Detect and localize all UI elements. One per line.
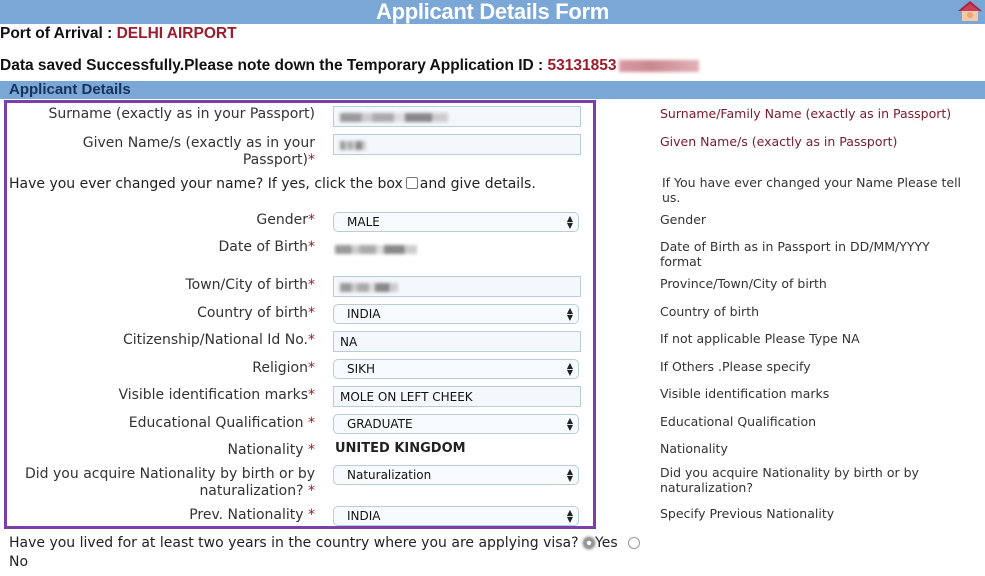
- nationality-acquired-select[interactable]: Naturalization ▲ ▼: [333, 465, 579, 485]
- visible-marks-input[interactable]: MOLE ON LEFT CHEEK: [333, 386, 581, 407]
- name-changed-row: Have you ever changed your name? If yes,…: [9, 176, 536, 192]
- header-bar: Applicant Details Form: [0, 0, 985, 24]
- prev-nationality-label: Prev. Nationality *: [189, 507, 315, 523]
- page-title: Applicant Details Form: [376, 0, 609, 24]
- application-id-redacted: [618, 59, 699, 72]
- dob-label: Date of Birth*: [218, 239, 315, 255]
- national-id-hint: If not applicable Please Type NA: [660, 331, 860, 346]
- gender-label: Gender*: [256, 212, 315, 228]
- gender-hint: Gender: [660, 212, 707, 227]
- section-title: Applicant Details: [9, 81, 131, 98]
- nationality-acquired-hint: Did you acquire Nationality by birth or …: [660, 465, 919, 495]
- religion-hint: If Others .Please specify: [660, 359, 811, 374]
- national-id-input[interactable]: NA: [333, 331, 581, 352]
- country-label: Country of birth*: [197, 305, 315, 321]
- radio-no[interactable]: [628, 537, 641, 549]
- radio-yes-label: Yes: [595, 535, 618, 551]
- radio-no-label: No: [9, 554, 29, 570]
- redacted-value: [340, 113, 448, 122]
- visible-marks-hint: Visible identification marks: [660, 386, 830, 401]
- national-id-label: Citizenship/National Id No.*: [122, 332, 315, 348]
- gender-select[interactable]: MALE ▲ ▼: [333, 212, 579, 232]
- name-changed-hint: If You have ever changed your Name Pleas…: [662, 175, 962, 205]
- port-of-arrival: Port of Arrival : DELHI AIRPORT: [0, 25, 237, 43]
- education-label: Educational Qualification *: [128, 415, 315, 431]
- town-hint: Province/Town/City of birth: [660, 276, 827, 291]
- prev-nationality-select[interactable]: INDIA ▲ ▼: [333, 506, 579, 526]
- saved-text: Data saved Successfully.Please note down…: [0, 57, 544, 74]
- visible-marks-label: Visible identification marks*: [118, 387, 315, 403]
- dob-value[interactable]: [335, 241, 417, 257]
- port-value: DELHI AIRPORT: [116, 25, 237, 42]
- given-name-hint: Given Name/s (exactly as in Passport): [660, 134, 898, 149]
- town-label: Town/City of birth*: [185, 277, 315, 293]
- redacted-value: [335, 244, 417, 254]
- nationality-acquired-label: Did you acquire Nationality by birth or …: [25, 466, 315, 499]
- home-icon[interactable]: [957, 0, 983, 22]
- given-name-input[interactable]: [333, 134, 581, 155]
- chevron-updown-icon: ▲ ▼: [566, 467, 573, 483]
- religion-select[interactable]: SIKH ▲ ▼: [333, 359, 579, 379]
- prev-nationality-hint: Specify Previous Nationality: [660, 506, 835, 521]
- given-name-label: Given Name/s (exactly as in your Passpor…: [82, 135, 315, 168]
- surname-label: Surname (exactly as in your Passport): [48, 106, 315, 122]
- surname-input[interactable]: [333, 106, 581, 127]
- chevron-updown-icon: ▲ ▼: [566, 508, 573, 524]
- chevron-updown-icon: ▲ ▼: [566, 214, 573, 230]
- country-select[interactable]: INDIA ▲ ▼: [333, 304, 579, 324]
- section-header: Applicant Details: [0, 81, 985, 99]
- education-select[interactable]: GRADUATE ▲ ▼: [333, 414, 579, 434]
- nationality-value: UNITED KINGDOM: [335, 441, 466, 456]
- town-input[interactable]: [333, 276, 581, 297]
- radio-yes[interactable]: [583, 537, 596, 549]
- country-hint: Country of birth: [660, 304, 760, 319]
- saved-message: Data saved Successfully.Please note down…: [0, 57, 699, 75]
- port-label: Port of Arrival :: [0, 25, 113, 42]
- chevron-updown-icon: ▲ ▼: [566, 416, 573, 432]
- education-hint: Educational Qualification: [660, 414, 817, 429]
- chevron-updown-icon: ▲ ▼: [566, 306, 573, 322]
- religion-label: Religion*: [252, 360, 315, 376]
- redacted-value: [340, 141, 366, 150]
- nationality-hint: Nationality: [660, 441, 728, 456]
- application-id: 53131853: [547, 57, 617, 74]
- dob-hint: Date of Birth as in Passport in DD/MM/YY…: [660, 239, 930, 269]
- lived-two-years-question: Have you lived for at least two years in…: [9, 535, 579, 551]
- surname-hint: Surname/Family Name (exactly as in Passp…: [660, 106, 952, 121]
- chevron-updown-icon: ▲ ▼: [566, 361, 573, 377]
- name-changed-checkbox[interactable]: [405, 177, 418, 189]
- lived-two-years-row: Have you lived for at least two years in…: [9, 534, 649, 572]
- redacted-value: [340, 283, 398, 292]
- nationality-label: Nationality *: [227, 442, 315, 458]
